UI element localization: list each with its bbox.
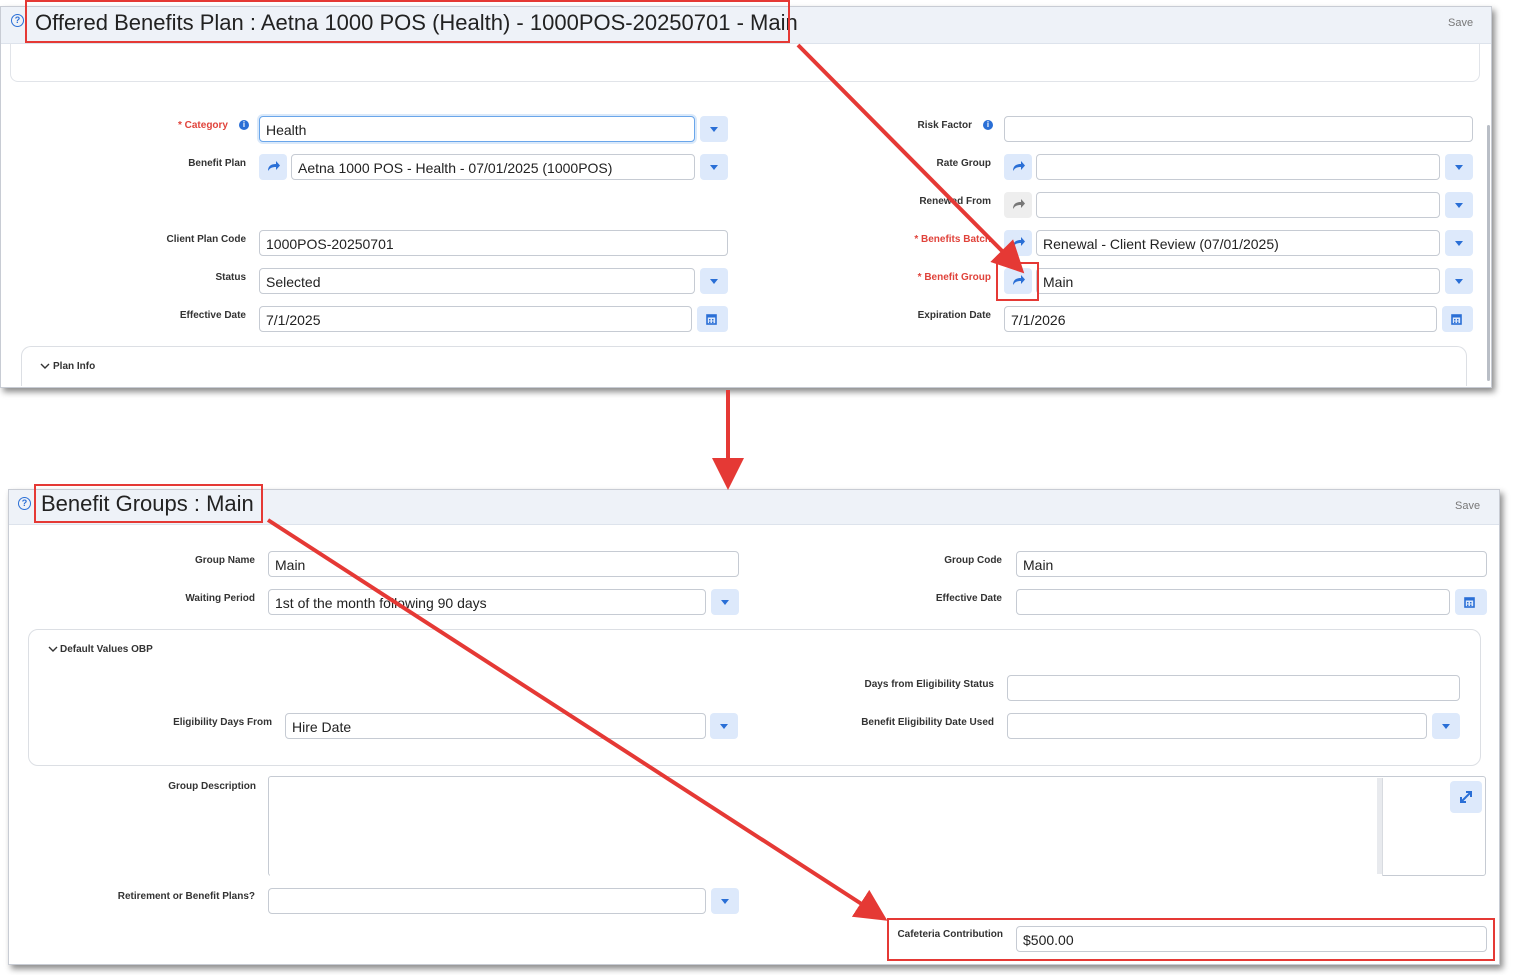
arrow-title-to-benefit-group xyxy=(796,43,1025,274)
arrow-title-to-cafeteria xyxy=(266,518,888,921)
annotation-arrows xyxy=(266,43,1025,921)
